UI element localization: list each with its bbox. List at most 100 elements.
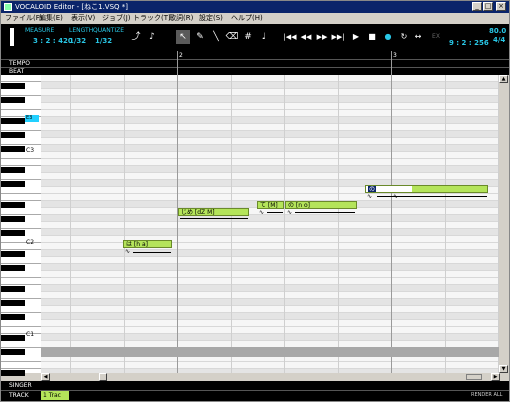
black-key[interactable] — [1, 202, 25, 208]
black-key[interactable] — [1, 300, 25, 306]
white-key[interactable] — [1, 173, 41, 180]
grid-row — [41, 250, 499, 257]
scroll-follow-icon[interactable]: ↔ — [411, 30, 425, 44]
white-key[interactable] — [1, 292, 41, 299]
black-key[interactable] — [1, 370, 25, 376]
white-key[interactable] — [1, 75, 41, 82]
note-2[interactable]: じめ [dZ M] — [178, 208, 249, 216]
beat-readout: 4/4 — [493, 36, 506, 44]
position-slider[interactable] — [10, 28, 14, 46]
maximize-button[interactable]: □ — [483, 2, 493, 11]
menu-view[interactable]: 表示(V) — [71, 14, 95, 23]
white-key[interactable] — [1, 355, 41, 362]
black-key[interactable] — [1, 83, 25, 89]
grid-tool-icon[interactable]: # — [241, 30, 255, 44]
white-key[interactable] — [1, 187, 41, 194]
white-key[interactable] — [1, 103, 41, 110]
white-key[interactable] — [1, 306, 41, 313]
rewind-to-start-icon[interactable]: |◀◀ — [283, 30, 297, 44]
menu-job[interactable]: ジョブ(J) — [102, 14, 131, 23]
black-key[interactable] — [1, 132, 25, 138]
black-key[interactable] — [1, 286, 25, 292]
stop-icon[interactable]: ■ — [365, 30, 379, 44]
line-tool-icon[interactable]: ╲ — [209, 30, 223, 44]
track-tab-1[interactable]: 1 Trac — [41, 391, 69, 400]
black-key[interactable] — [1, 181, 25, 187]
white-key[interactable] — [1, 320, 41, 327]
white-key[interactable] — [1, 327, 41, 334]
black-key[interactable] — [1, 314, 25, 320]
close-button[interactable]: × — [496, 2, 506, 11]
play-icon[interactable]: ▶ — [349, 30, 363, 44]
grid-row — [41, 285, 499, 292]
horizontal-scrollbar[interactable]: ◀ ▶ — [41, 373, 509, 381]
black-key[interactable] — [1, 251, 25, 257]
black-key[interactable] — [1, 97, 25, 103]
note-5[interactable]: の — [365, 185, 488, 193]
ex-button[interactable]: EX — [429, 30, 443, 44]
black-key[interactable] — [1, 118, 25, 124]
black-key[interactable] — [1, 335, 25, 341]
black-key[interactable] — [1, 216, 25, 222]
white-key[interactable] — [1, 271, 41, 278]
white-key[interactable] — [1, 362, 41, 369]
black-key[interactable] — [1, 265, 25, 271]
vertical-scrollbar[interactable]: ▲ ▼ — [499, 75, 509, 373]
rewind-icon[interactable]: ◀◀ — [299, 30, 313, 44]
quantize-select[interactable]: 1/32 — [95, 37, 112, 45]
scroll-thumb[interactable] — [99, 373, 107, 381]
white-key[interactable] — [1, 222, 41, 229]
piano-keyboard[interactable]: C3 C2 C1 E3 — [1, 75, 41, 376]
fast-forward-icon[interactable]: ▶▶ — [315, 30, 329, 44]
arrow-up-tool-icon[interactable]: ⤴ — [129, 30, 143, 44]
menu-track[interactable]: トラック(T) — [133, 14, 171, 23]
white-key[interactable] — [1, 194, 41, 201]
pointer-tool-icon[interactable]: ↖ — [176, 30, 190, 44]
white-key[interactable] — [1, 159, 41, 166]
menu-settings[interactable]: 設定(S) — [199, 14, 223, 23]
note-length-tool-icon[interactable]: ♩ — [257, 30, 271, 44]
white-key[interactable] — [1, 243, 41, 250]
white-key[interactable] — [1, 89, 41, 96]
black-key[interactable] — [1, 167, 25, 173]
length-select[interactable]: 1/32 — [69, 37, 86, 45]
black-key[interactable] — [1, 349, 25, 355]
bar-grid-line — [391, 75, 392, 373]
menu-lyrics[interactable]: 歌詞(R) — [169, 14, 193, 23]
menu-file[interactable]: ファイル(F) — [5, 14, 43, 23]
note-3[interactable]: て [M] — [257, 201, 284, 209]
white-key[interactable] — [1, 124, 41, 131]
pencil-tool-icon[interactable]: ✎ — [193, 30, 207, 44]
white-key[interactable] — [1, 236, 41, 243]
record-icon[interactable]: ● — [381, 30, 395, 44]
loop-icon[interactable]: ↻ — [397, 30, 411, 44]
scroll-up-button[interactable]: ▲ — [499, 75, 508, 83]
white-key[interactable] — [1, 138, 41, 145]
white-key[interactable] — [1, 208, 41, 215]
scroll-left-button[interactable]: ◀ — [41, 373, 50, 381]
note-1[interactable]: は [h a] — [123, 240, 172, 248]
bottom-divider — [1, 390, 509, 391]
menu-edit[interactable]: 編集(E) — [39, 14, 63, 23]
white-key[interactable] — [1, 152, 41, 159]
piano-roll-grid[interactable]: は [h a] ∿ じめ [dZ M] て [M] ∿ の [n o] ∿ の … — [41, 75, 499, 373]
menu-bar: ファイル(F) 編集(E) 表示(V) ジョブ(J) トラック(T) 歌詞(R)… — [1, 13, 509, 24]
white-key[interactable] — [1, 278, 41, 285]
black-key[interactable] — [1, 146, 25, 152]
minimize-button[interactable]: _ — [472, 2, 482, 11]
scroll-down-button[interactable]: ▼ — [499, 365, 508, 373]
grid-row — [41, 236, 499, 243]
forward-to-end-icon[interactable]: ▶▶| — [331, 30, 345, 44]
zoom-slider[interactable] — [466, 374, 482, 380]
scroll-right-button[interactable]: ▶ — [491, 373, 500, 381]
note-4[interactable]: の [n o] — [285, 201, 357, 209]
note-tool-icon[interactable]: ♪ — [145, 30, 159, 44]
beat-grid-line — [231, 75, 232, 373]
white-key[interactable] — [1, 341, 41, 348]
menu-help[interactable]: ヘルプ(H) — [231, 14, 263, 23]
black-key[interactable] — [1, 230, 25, 236]
bottom-panel: SINGER TRACK 1 Trac RENDER ALL — [1, 381, 509, 401]
white-key[interactable] — [1, 257, 41, 264]
render-all-button[interactable]: RENDER ALL — [471, 392, 502, 398]
eraser-tool-icon[interactable]: ⌫ — [225, 30, 239, 44]
